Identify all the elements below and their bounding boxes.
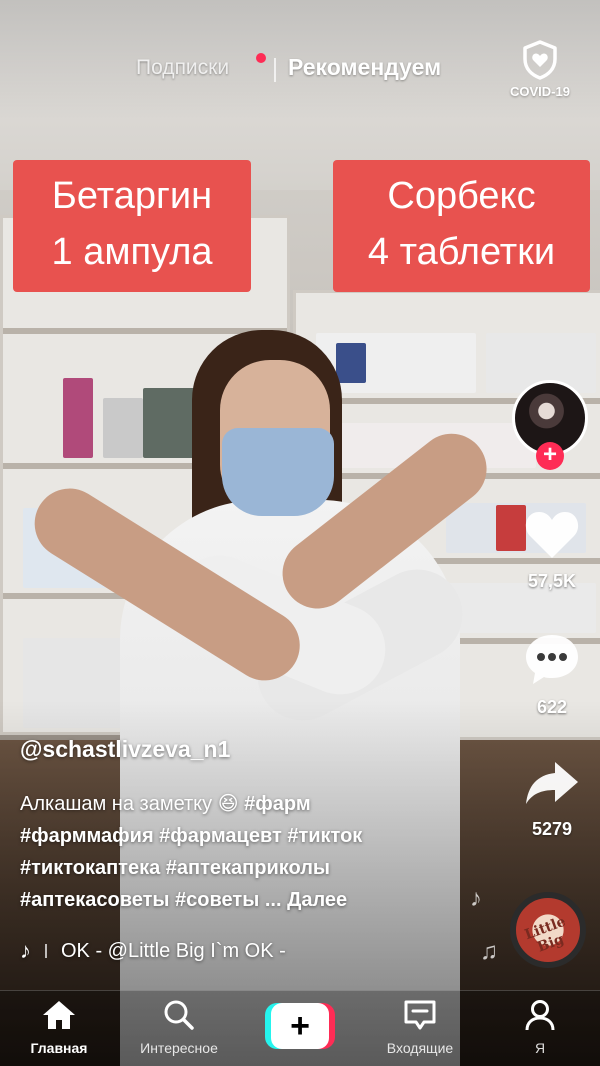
music-track-name: OK - @Little Big I`m OK - — [61, 939, 286, 962]
tiktok-feed-screen: Подписки Рекомендуем COVID-19 Бетаргин 1… — [0, 0, 600, 1066]
share-count: 5279 — [531, 819, 573, 839]
new-content-dot — [256, 53, 266, 63]
floating-note-icon: ♪ — [470, 885, 482, 912]
face-mask — [222, 428, 334, 516]
search-icon — [162, 1000, 196, 1035]
overlay-left-line1: Бетаргин — [51, 175, 213, 217]
heart-icon — [523, 512, 581, 564]
creator-avatar-group: + — [512, 380, 588, 470]
hashtag-line-2[interactable]: #фарммафия #фармацевт #тикток — [20, 820, 440, 852]
tab-divider — [274, 58, 276, 82]
nav-discover-label: Интересное — [140, 1040, 218, 1056]
comment-bubble-icon — [523, 635, 581, 690]
more-button[interactable]: ... Далее — [265, 889, 347, 911]
like-count: 57,5K — [527, 571, 577, 591]
music-disc[interactable]: Little Big — [510, 892, 586, 968]
nav-inbox-label: Входящие — [386, 1040, 454, 1056]
music-track-row[interactable]: ♪ OK - @Little Big I`m OK - — [20, 936, 286, 966]
tiktok-note-icon: ♪ — [20, 938, 31, 963]
overlay-right-line1: Сорбекс — [387, 175, 536, 217]
shield-heart-icon — [502, 40, 578, 80]
nav-inbox[interactable]: Входящие — [365, 999, 475, 1056]
nav-profile-label: Я — [534, 1040, 546, 1056]
nav-discover[interactable]: Интересное — [124, 999, 234, 1056]
hashtag-line-3[interactable]: #тиктокаптека #аптекаприколы — [20, 852, 440, 884]
tab-following[interactable]: Подписки — [136, 56, 229, 80]
comment-count: 622 — [536, 697, 568, 717]
tab-for-you[interactable]: Рекомендуем — [288, 54, 441, 81]
disc-label: Little Big — [522, 913, 568, 956]
covid-button[interactable]: COVID-19 — [502, 40, 578, 99]
overlay-label-left: Бетаргин 1 ампула — [13, 160, 251, 292]
overlay-left-line2: 1 ампула — [51, 231, 213, 273]
floating-note-icon: ♫ — [480, 938, 498, 965]
laughing-emoji: 😆 — [217, 793, 239, 815]
covid-label: COVID-19 — [510, 84, 570, 99]
share-button[interactable]: 5279 — [512, 758, 592, 840]
bottom-navigation: Главная Интересное + Входящие Я — [0, 990, 600, 1066]
create-video-button[interactable]: + — [265, 1003, 335, 1049]
nav-home-label: Главная — [30, 1040, 88, 1056]
plus-icon: + — [271, 1003, 329, 1049]
nav-home[interactable]: Главная — [4, 999, 114, 1056]
home-icon — [41, 1001, 77, 1035]
person-icon — [523, 1000, 557, 1035]
caption-text: Алкашам на заметку — [20, 793, 213, 815]
overlay-right-line2: 4 таблетки — [367, 231, 556, 273]
comment-button[interactable]: 622 — [512, 632, 592, 718]
creator-username[interactable]: @schastlivzeva_n1 — [20, 736, 230, 763]
like-button[interactable]: 57,5K — [512, 508, 592, 592]
share-arrow-icon — [523, 762, 581, 812]
hashtag-line-4[interactable]: #аптекасоветы #советы — [20, 889, 259, 911]
inbox-icon — [402, 1000, 438, 1035]
nav-profile[interactable]: Я — [485, 999, 595, 1056]
overlay-label-right: Сорбекс 4 таблетки — [333, 160, 590, 292]
follow-plus-button[interactable]: + — [536, 442, 564, 470]
post-caption: Алкашам на заметку 😆 #фарм #фарммафия #ф… — [20, 788, 440, 916]
hashtag-line-1[interactable]: #фарм — [244, 793, 311, 815]
